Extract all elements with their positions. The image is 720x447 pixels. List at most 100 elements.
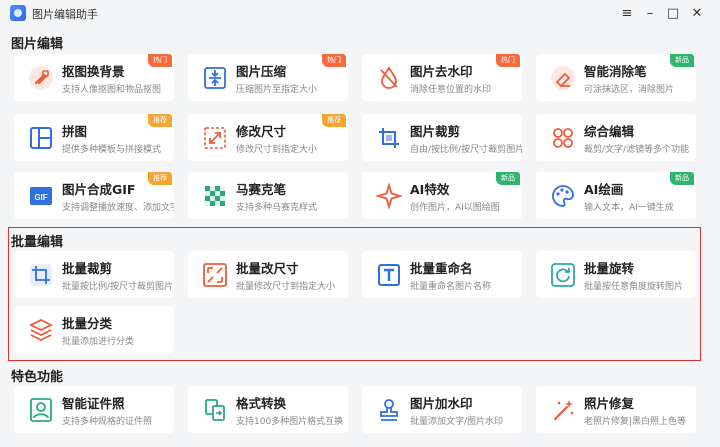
ai-effect-icon (374, 181, 404, 211)
tool-card-gif[interactable]: GIF 图片合成GIF 支持调整播放速度、添加文字 推荐 (14, 172, 174, 219)
tool-name: 抠图换背景 (62, 64, 125, 79)
resize-icon (202, 125, 228, 151)
tool-desc: 老照片修复|黑白照上色等 (584, 417, 687, 427)
tool-name: 批量改尺寸 (236, 261, 299, 276)
magic-wand-icon (550, 397, 576, 423)
section-title-batch-edit: 批量编辑 (11, 235, 64, 250)
tool-name: 图片加水印 (410, 396, 473, 411)
tool-card-mosaic[interactable]: 马赛克笔 支持多种马赛克样式 (188, 172, 348, 219)
tool-card-id-photo[interactable]: 智能证件照 支持多种规格的证件照 (14, 386, 174, 433)
tool-card-compress[interactable]: 图片压缩 压缩图片至指定大小 热门 (188, 54, 348, 101)
tool-name: 批量分类 (62, 316, 113, 331)
tool-desc: 批量按任意角度旋转图片 (584, 282, 684, 292)
palette-icon (550, 183, 576, 209)
close-icon[interactable]: ✕ (688, 4, 706, 22)
tool-name: 智能消除笔 (584, 64, 647, 79)
minimize-icon[interactable]: – (641, 4, 659, 22)
tool-card-edit[interactable]: 综合编辑 裁剪/文字/滤镜等多个功能 (536, 114, 696, 161)
tool-card-ai-effect[interactable]: AI特效 创作图片，AI以图绘图 新品 (362, 172, 522, 219)
batch-rename-icon (376, 262, 402, 288)
tool-card-ai-paint[interactable]: AI绘画 输入文本，AI一键生成 新品 (536, 172, 696, 219)
tool-desc: 修改尺寸到指定大小 (236, 145, 318, 155)
recommend-badge: 推荐 (148, 172, 172, 185)
tool-desc: 消除任意位置的水印 (410, 85, 492, 95)
tool-name: 图片合成GIF (62, 182, 136, 197)
tool-name: 图片裁剪 (410, 124, 461, 139)
tool-card-repair[interactable]: 照片修复 老照片修复|黑白照上色等 (536, 386, 696, 433)
gif-icon: GIF (28, 183, 54, 209)
add-watermark-icon (376, 397, 402, 423)
eraser-icon (550, 65, 576, 91)
tool-name: 马赛克笔 (236, 182, 287, 197)
new-badge: 新品 (670, 172, 694, 185)
tool-name: 图片压缩 (236, 64, 287, 79)
tool-card-batch-resize[interactable]: 批量改尺寸 批量修改尺寸到指定大小 (188, 251, 348, 298)
menu-icon[interactable]: ≡ (618, 4, 636, 22)
tool-card-batch-rotate[interactable]: 批量旋转 批量按任意角度旋转图片 (536, 251, 696, 298)
tool-card-cutout[interactable]: 抠图换背景 支持人像抠图和物品抠图 热门 (14, 54, 174, 101)
tool-desc: 压缩图片至指定大小 (236, 85, 318, 95)
tool-name: 拼图 (62, 124, 88, 139)
maximize-icon[interactable]: □ (664, 4, 682, 22)
tool-desc: 自由/按比例/按尺寸裁剪图片 (410, 145, 522, 155)
svg-text:GIF: GIF (34, 193, 47, 202)
tool-card-resize[interactable]: 修改尺寸 修改尺寸到指定大小 推荐 (188, 114, 348, 161)
tool-name: AI特效 (410, 182, 450, 197)
tool-desc: 支持调整播放速度、添加文字 (62, 203, 174, 213)
edit-icon (550, 125, 576, 151)
hot-badge: 热门 (322, 54, 346, 67)
tool-card-crop[interactable]: 图片裁剪 自由/按比例/按尺寸裁剪图片 (362, 114, 522, 161)
batch-rotate-icon (550, 262, 576, 288)
recommend-badge: 推荐 (148, 114, 172, 127)
tool-desc: 批量添加进行分类 (62, 337, 135, 347)
new-badge: 新品 (496, 172, 520, 185)
remove-watermark-icon (376, 65, 402, 91)
tool-desc: 创作图片，AI以图绘图 (410, 203, 500, 213)
new-badge: 新品 (670, 54, 694, 67)
batch-resize-icon (202, 262, 228, 288)
tool-card-batch-classify[interactable]: 批量分类 批量添加进行分类 (14, 306, 174, 353)
tool-card-batch-rename[interactable]: 批量重命名 批量重命名图片名称 (362, 251, 522, 298)
tool-name: 综合编辑 (584, 124, 635, 139)
tool-desc: 输入文本，AI一键生成 (584, 203, 674, 213)
tool-desc: 批量修改尺寸到指定大小 (236, 282, 336, 292)
convert-icon (202, 397, 228, 423)
tool-card-convert[interactable]: 格式转换 支持100多种图片格式互换 (188, 386, 348, 433)
hot-badge: 热门 (148, 54, 172, 67)
batch-crop-icon (28, 262, 54, 288)
section-title-features: 特色功能 (11, 370, 64, 385)
tool-name: 批量裁剪 (62, 261, 113, 276)
id-photo-icon (28, 397, 54, 423)
tool-card-add-watermark[interactable]: 图片加水印 批量添加文字/图片水印 (362, 386, 522, 433)
app-logo-icon (10, 5, 26, 21)
tool-name: 图片去水印 (410, 64, 473, 79)
recommend-badge: 推荐 (322, 114, 346, 127)
tool-card-remove-watermark[interactable]: 图片去水印 消除任意位置的水印 热门 (362, 54, 522, 101)
tool-name: 修改尺寸 (236, 124, 287, 139)
title-bar: 图片编辑助手 ≡ – □ ✕ (0, 0, 720, 26)
tool-desc: 批量添加文字/图片水印 (410, 417, 504, 427)
cutout-icon (28, 65, 54, 91)
tool-card-collage[interactable]: 拼图 提供多种模板与拼接模式 推荐 (14, 114, 174, 161)
tool-name: 批量重命名 (410, 261, 473, 276)
tool-card-eraser[interactable]: 智能消除笔 可涂抹选区，消除图片 新品 (536, 54, 696, 101)
tool-name: 智能证件照 (62, 396, 125, 411)
tool-desc: 裁剪/文字/滤镜等多个功能 (584, 145, 690, 155)
tool-name: 照片修复 (584, 396, 635, 411)
tool-desc: 批量按比例/按尺寸裁剪图片 (62, 282, 174, 292)
tool-desc: 支持多种规格的证件照 (62, 417, 153, 427)
tool-card-batch-crop[interactable]: 批量裁剪 批量按比例/按尺寸裁剪图片 (14, 251, 174, 298)
tool-name: 批量旋转 (584, 261, 635, 276)
tool-desc: 支持人像抠图和物品抠图 (62, 85, 162, 95)
hot-badge: 热门 (496, 54, 520, 67)
crop-icon (376, 125, 402, 151)
tool-desc: 支持100多种图片格式互换 (236, 417, 344, 427)
tool-desc: 批量重命名图片名称 (410, 282, 492, 292)
tool-name: AI绘画 (584, 182, 624, 197)
tool-desc: 提供多种模板与拼接模式 (62, 145, 162, 155)
collage-icon (28, 125, 54, 151)
mosaic-icon (202, 183, 228, 209)
tool-name: 格式转换 (236, 396, 287, 411)
compress-icon (202, 65, 228, 91)
tool-desc: 可涂抹选区，消除图片 (584, 85, 675, 95)
